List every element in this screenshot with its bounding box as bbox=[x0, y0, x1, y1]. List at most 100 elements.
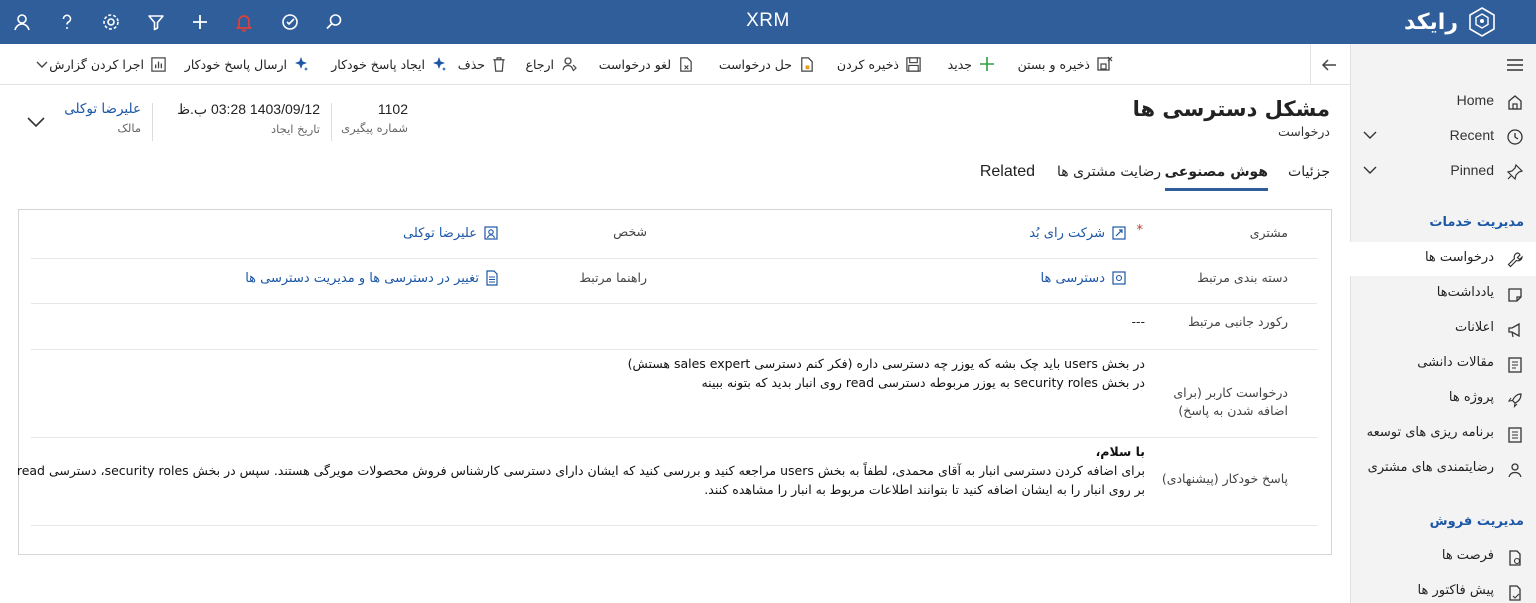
resolve-label: حل درخواست bbox=[718, 56, 792, 72]
category-icon bbox=[1112, 271, 1126, 285]
run-report-button[interactable]: اجرا کردن گزارش bbox=[49, 53, 167, 75]
more-commands-chevron-icon[interactable] bbox=[34, 53, 50, 75]
sitemap-item-home[interactable]: Home bbox=[1350, 84, 1536, 118]
pinned-label: Pinned bbox=[1450, 162, 1494, 178]
add-icon[interactable] bbox=[187, 9, 213, 35]
new-label: جدید bbox=[947, 56, 972, 72]
record-title: مشکل دسترسی ها bbox=[1132, 97, 1330, 121]
resolve-button[interactable]: حل درخواست bbox=[719, 53, 815, 75]
document-cancel-icon bbox=[680, 56, 692, 72]
save-icon bbox=[906, 56, 921, 72]
sitemap-item-requests[interactable]: درخواست ها bbox=[1350, 242, 1536, 276]
send-auto-reply-label: ارسال پاسخ خودکار bbox=[184, 56, 287, 72]
sitemap-item-development-plans[interactable]: برنامه ریزی های توسعه bbox=[1350, 417, 1536, 451]
person-lookup[interactable]: علیرضا توکلی bbox=[403, 225, 499, 241]
created-on-label: تاریخ ایجاد bbox=[271, 122, 320, 136]
pin-icon bbox=[1506, 163, 1524, 181]
auto-reply-line: با سلام، bbox=[1095, 444, 1145, 459]
auto-reply-line: برای اضافه کردن دسترسی انبار به آقای محم… bbox=[16, 463, 1145, 478]
record-entity: درخواست bbox=[1277, 124, 1330, 139]
knowledge-article-icon bbox=[1508, 357, 1522, 373]
save-close-label: ذخیره و بستن bbox=[1017, 56, 1090, 72]
save-close-button[interactable]: ذخیره و بستن bbox=[1018, 53, 1114, 75]
projects-label: پروژه ها bbox=[1448, 390, 1494, 405]
assign-button[interactable]: ارجاع bbox=[525, 53, 578, 75]
hamburger-menu-icon[interactable] bbox=[1506, 58, 1524, 72]
tab-related[interactable]: Related bbox=[980, 163, 1035, 189]
sitemap-item-recent[interactable]: Recent bbox=[1350, 119, 1536, 153]
filter-icon[interactable] bbox=[143, 9, 169, 35]
chevron-down-icon[interactable] bbox=[1362, 162, 1378, 178]
logo-text: رایکد bbox=[1404, 9, 1458, 35]
home-icon bbox=[1508, 95, 1522, 110]
customer-lookup[interactable]: شرکت رای بُد bbox=[1029, 225, 1127, 241]
account-icon bbox=[1112, 226, 1126, 240]
form-row: رکورد جانبی مرتبط --- bbox=[31, 304, 1317, 350]
sitemap-item-projects[interactable]: پروژه ها bbox=[1350, 382, 1536, 416]
expand-header-chevron-icon[interactable] bbox=[26, 115, 46, 129]
report-icon bbox=[151, 56, 166, 72]
sitemap-item-pinned[interactable]: Pinned bbox=[1350, 154, 1536, 188]
search-icon[interactable] bbox=[321, 9, 347, 35]
form-row: پاسخ خودکار (پیشنهادی) با سلام، برای اضا… bbox=[16, 438, 1317, 526]
home-label: Home bbox=[1456, 92, 1494, 108]
tab-details[interactable]: جزئیات bbox=[1288, 164, 1330, 188]
company-logo[interactable]: رایکد bbox=[1404, 5, 1498, 39]
logo-mark-icon bbox=[1469, 7, 1495, 37]
back-arrow-icon[interactable] bbox=[1318, 54, 1340, 76]
user-icon[interactable] bbox=[9, 9, 35, 35]
sitemap-navigation: Home Recent Pinned مدیریت خدمات درخواست … bbox=[1350, 44, 1536, 603]
owner-link[interactable]: علیرضا توکلی bbox=[64, 101, 141, 117]
divider bbox=[1310, 44, 1311, 85]
settings-gear-icon[interactable] bbox=[98, 9, 124, 35]
wrench-icon bbox=[1507, 252, 1523, 268]
user-request-textarea[interactable]: در بخش users باید چک بشه که یوزر چه دستر… bbox=[628, 354, 1145, 392]
tab-ai[interactable]: هوش مصنوعی bbox=[1164, 164, 1268, 191]
auto-reply-textarea[interactable]: با سلام، برای اضافه کردن دسترسی انبار به… bbox=[16, 442, 1145, 499]
side-record-label: رکورد جانبی مرتبط bbox=[1188, 314, 1288, 329]
required-asterisk: * bbox=[1136, 223, 1144, 238]
cancel-request-button[interactable]: لغو درخواست bbox=[599, 53, 694, 75]
owner-label: مالک bbox=[117, 121, 141, 135]
form-row: درخواست کاربر (برای اضافه شدن به پاسخ) د… bbox=[31, 350, 1317, 438]
tab-customer-satisfaction[interactable]: رضایت مشتری ها bbox=[1057, 164, 1161, 188]
sitemap-item-announcements[interactable]: اعلانات bbox=[1350, 312, 1536, 346]
record-header: مشکل دسترسی ها درخواست 1102 شماره پیگیری… bbox=[0, 85, 1350, 163]
command-bar: ذخیره و بستن جدید ذخیره کردن حل درخواست … bbox=[0, 44, 1350, 85]
create-auto-reply-label: ایجاد پاسخ خودکار bbox=[331, 56, 425, 72]
user-request-label: درخواست کاربر (برای اضافه شدن به پاسخ) bbox=[1173, 385, 1288, 418]
guide-lookup[interactable]: تغییر در دسترسی ها و مدیریت دسترسی ها bbox=[245, 270, 499, 286]
sitemap-group-sales: مدیریت فروش bbox=[1429, 514, 1524, 529]
sparkle-icon bbox=[433, 57, 446, 71]
opportunities-label: فرصت ها bbox=[1441, 548, 1494, 563]
user-request-line: در بخش users باید چک بشه که یوزر چه دستر… bbox=[627, 356, 1145, 371]
notes-label: یادداشت‌ها bbox=[1436, 285, 1494, 300]
sitemap-item-customer-satisfaction[interactable]: رضایتمندی های مشتری bbox=[1350, 452, 1536, 486]
task-check-icon[interactable] bbox=[277, 9, 303, 35]
sitemap-item-quotes[interactable]: پیش فاکتور ها bbox=[1350, 575, 1536, 603]
category-lookup[interactable]: دسترسی ها bbox=[1041, 270, 1127, 286]
create-auto-reply-button[interactable]: ایجاد پاسخ خودکار bbox=[331, 53, 447, 75]
save-button[interactable]: ذخیره کردن bbox=[837, 53, 922, 75]
send-auto-reply-button[interactable]: ارسال پاسخ خودکار bbox=[185, 53, 309, 75]
form-tabs: جزئیات هوش مصنوعی رضایت مشتری ها Related bbox=[0, 160, 1350, 196]
sparkle-icon bbox=[295, 57, 308, 71]
save-label: ذخیره کردن bbox=[836, 56, 899, 72]
side-record-value: --- bbox=[1131, 314, 1145, 329]
notification-bell-icon[interactable] bbox=[231, 9, 257, 35]
header-owner-field: علیرضا توکلی مالک bbox=[64, 101, 141, 135]
auto-reply-line: بر روی انبار را به ایشان اضافه کنید تا ب… bbox=[704, 482, 1145, 497]
sitemap-item-knowledge-articles[interactable]: مقالات دانشی bbox=[1350, 347, 1536, 381]
sitemap-item-opportunities[interactable]: فرصت ها bbox=[1350, 540, 1536, 574]
sitemap-item-notes[interactable]: یادداشت‌ها bbox=[1350, 277, 1536, 311]
chevron-down-icon[interactable] bbox=[1362, 127, 1378, 143]
header-tracking-field: 1102 شماره پیگیری bbox=[341, 101, 408, 135]
delete-button[interactable]: حذف bbox=[458, 53, 507, 75]
category-value: دسترسی ها bbox=[1040, 270, 1105, 286]
person-label: شخص bbox=[613, 224, 647, 239]
divider bbox=[152, 103, 153, 141]
new-button[interactable]: جدید bbox=[948, 53, 996, 75]
customer-satisfaction-label: رضایتمندی های مشتری bbox=[1367, 460, 1494, 475]
help-icon[interactable] bbox=[54, 9, 80, 35]
assign-label: ارجاع bbox=[525, 56, 554, 72]
